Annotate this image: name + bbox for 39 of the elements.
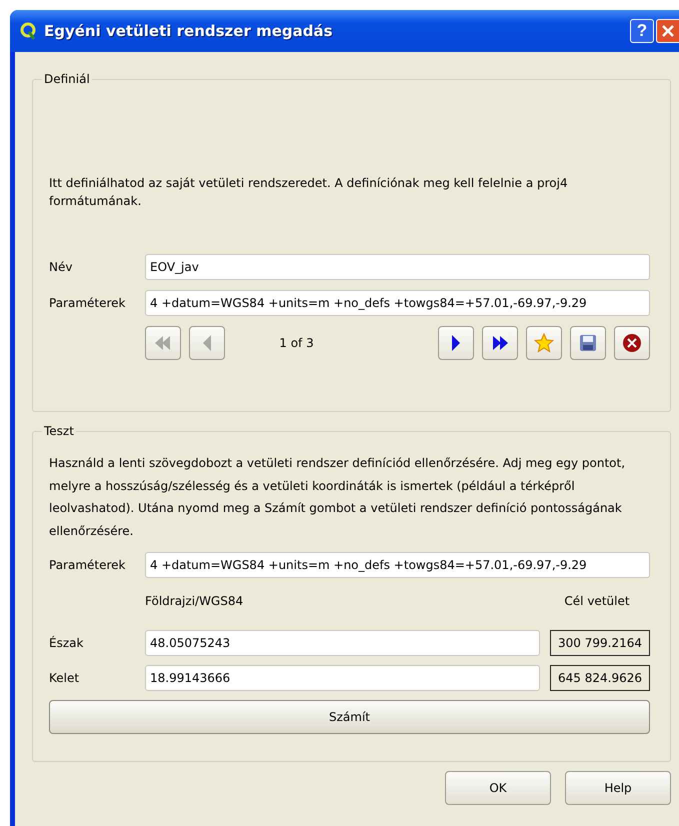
save-icon [579,334,597,352]
double-right-arrow-icon [491,335,509,351]
new-button[interactable] [526,326,562,360]
next-button[interactable] [438,326,474,360]
parameters-field[interactable]: 4 +datum=WGS84 +units=m +no_defs +towgs84=+57.01,-69.97,-9.29 [145,552,650,578]
coordinate-field[interactable]: 48.05075243 [145,630,540,656]
ok-button[interactable]: OK [445,771,551,805]
close-button[interactable] [656,19,679,43]
parameters-field[interactable]: 4 +datum=WGS84 +units=m +no_defs +towgs84=+57.01,-69.97,-9.29 [145,290,650,316]
description-text: Itt definiálhatod az saját vetületi rendszeredet. A definíciónak meg kell felelnie a proj4 formátumának. [49,175,569,210]
delete-button[interactable] [614,326,650,360]
description-text: Használd a lenti szövegdobozt a vetületi rendszer definíciód ellenőrzésére. Adj meg egy pontot, melyre a hosszúság/szélesség és a vetületi koordináták is ismertek (például a térképről leolvashatod). Utána nyomd meg a Számít gombot a vetületi rendszer definíció pontosságának ellenőrzésére. [49,455,626,540]
field-label: Paraméterek [49,558,126,572]
column-header: Földrajzi/WGS84 [145,594,244,608]
last-button[interactable] [482,326,518,360]
field-label: Kelet [49,671,80,685]
app-logo-icon [20,22,36,40]
left-arrow-icon [201,334,213,352]
help-button[interactable]: ? [630,19,654,43]
result-value: 645 824.9626 [550,665,650,691]
right-arrow-icon [450,334,462,352]
column-header: Cél vetület [563,594,631,608]
field-label: Név [49,260,74,274]
delete-icon [622,333,642,353]
star-icon [534,333,554,353]
field-label: Paraméterek [49,296,126,310]
close-icon [661,24,675,38]
field-label: Észak [49,636,84,650]
double-left-arrow-icon [154,335,172,351]
result-value: 300 799.2164 [550,630,650,656]
group-title: Definiál [43,72,91,86]
window-title: Egyéni vetületi rendszer megadás [44,22,334,40]
name-field[interactable]: EOV_jav [145,254,650,280]
calculate-button[interactable]: Számít [49,700,650,734]
record-counter: 1 of 3 [278,336,315,350]
help-button[interactable]: Help [565,771,671,805]
group-title: Teszt [43,424,75,438]
save-button[interactable] [570,326,606,360]
coordinate-field[interactable]: 18.99143666 [145,665,540,691]
